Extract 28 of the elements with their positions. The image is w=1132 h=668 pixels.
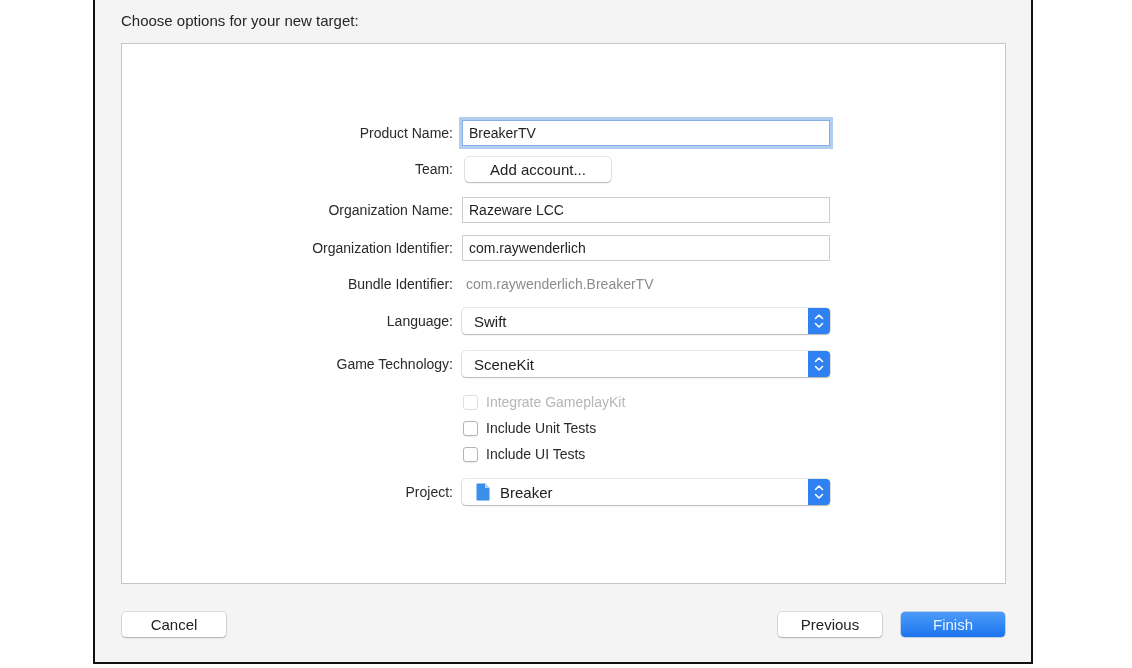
checkbox-label: Integrate GameplayKit [486, 394, 626, 410]
popup-button[interactable]: SceneKit [462, 351, 830, 377]
updown-arrows-icon [808, 308, 830, 334]
account-button[interactable]: Add account... [465, 156, 611, 182]
text-field[interactable]: com.raywenderlich [462, 235, 830, 261]
field-label: Organization Name: [328, 201, 453, 219]
field-label: Organization Identifier: [312, 239, 453, 257]
checkbox[interactable] [463, 420, 478, 436]
field-label: Language: [386, 312, 453, 330]
field-label: Bundle Identifier: [347, 275, 453, 293]
field-label: Game Technology: [336, 355, 453, 373]
text-field[interactable]: BreakerTV [462, 120, 830, 146]
popup-button[interactable]: Swift [462, 308, 830, 334]
popup-button[interactable]: Breaker [462, 479, 830, 505]
field-label: Product Name: [359, 124, 453, 142]
field-label: Project: [405, 483, 453, 501]
document-icon [476, 483, 490, 501]
dialog-title: Choose options for your new target: [121, 12, 359, 30]
dialog-button[interactable]: Cancel [122, 612, 226, 637]
text-field[interactable]: Razeware LCC [462, 197, 830, 223]
updown-arrows-icon [808, 351, 830, 377]
dialog-button[interactable]: Previous [778, 612, 882, 637]
checkbox-label: Include Unit Tests [486, 420, 597, 436]
checkbox-label: Include UI Tests [486, 446, 586, 462]
field-label: Team: [414, 160, 453, 178]
checkbox[interactable] [463, 446, 478, 462]
updown-arrows-icon [808, 479, 830, 505]
value-text: com.raywenderlich.BreakerTV [465, 276, 654, 292]
